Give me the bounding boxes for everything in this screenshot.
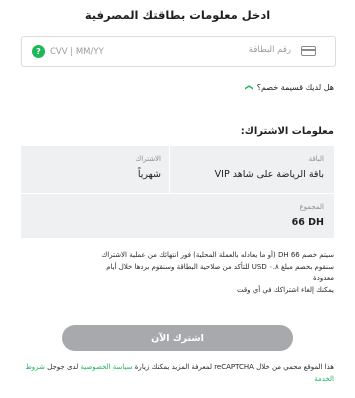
credit-card-icon: [301, 46, 316, 56]
notice-line: سيتم خصم DH 66 (أو ما يعادله بالعملة الم…: [101, 251, 334, 259]
discount-label[interactable]: هل لديك قسيمة خصم؟: [257, 83, 334, 92]
card-input-field[interactable]: رقم البطاقة ? CVV | MM/YY: [21, 36, 336, 67]
recaptcha-text: هذا الموقع محمي من خلال reCAPTCHA لمعرفة…: [134, 363, 334, 371]
notice-line: يمكنك إلغاء اشتراكك في أي وقت: [236, 285, 334, 294]
subscription-label: الاشتراك: [135, 155, 162, 163]
plan-cell: الباقة باقة الرياضة على شاهد VIP: [215, 155, 324, 180]
total-value: 66 DH: [291, 217, 324, 228]
subscribe-button[interactable]: اشترك الآن: [62, 325, 293, 351]
subscription-value: شهرياً: [137, 169, 161, 180]
subscription-cell: الاشتراك شهرياً: [31, 155, 162, 180]
total-cell: المجموع 66 DH: [292, 203, 324, 228]
notice-line: معدودة: [313, 274, 334, 282]
page-title: ادخل معلومات بطاقتك المصرفية: [84, 8, 271, 22]
card-number-placeholder[interactable]: رقم البطاقة: [249, 45, 291, 55]
plan-value: باقة الرياضة على شاهد VIP: [214, 169, 324, 180]
plan-label: الباقة: [308, 155, 324, 163]
notice-line: سنقوم بخصم مبلغ ٠.٨ USD للتأكد من صلاحية…: [106, 262, 334, 271]
cvv-expiry-placeholder[interactable]: CVV | MM/YY: [50, 47, 104, 57]
cvv-expiry-group[interactable]: ? CVV | MM/YY: [32, 44, 104, 59]
total-label: المجموع: [299, 203, 324, 211]
subscription-heading: معلومات الاشتراك:: [240, 126, 334, 137]
billing-notice: سيتم خصم DH 66 (أو ما يعادله بالعملة الم…: [21, 250, 334, 296]
recaptcha-middle: لدى جوجل: [47, 363, 79, 371]
help-icon[interactable]: ?: [32, 45, 45, 58]
recaptcha-notice: هذا الموقع محمي من خلال reCAPTCHA لمعرفة…: [21, 361, 334, 385]
chevron-down-icon[interactable]: ❯: [245, 84, 254, 91]
subscription-info-panel: الباقة باقة الرياضة على شاهد VIP الاشترا…: [21, 146, 334, 238]
privacy-policy-link[interactable]: سياسة الخصوصية: [80, 363, 132, 371]
payment-page: ادخل معلومات بطاقتك المصرفية رقم البطاقة…: [0, 0, 355, 398]
divider: [169, 146, 170, 193]
divider: [21, 193, 334, 194]
discount-toggle[interactable]: هل لديك قسيمة خصم؟ ❯: [245, 83, 334, 92]
